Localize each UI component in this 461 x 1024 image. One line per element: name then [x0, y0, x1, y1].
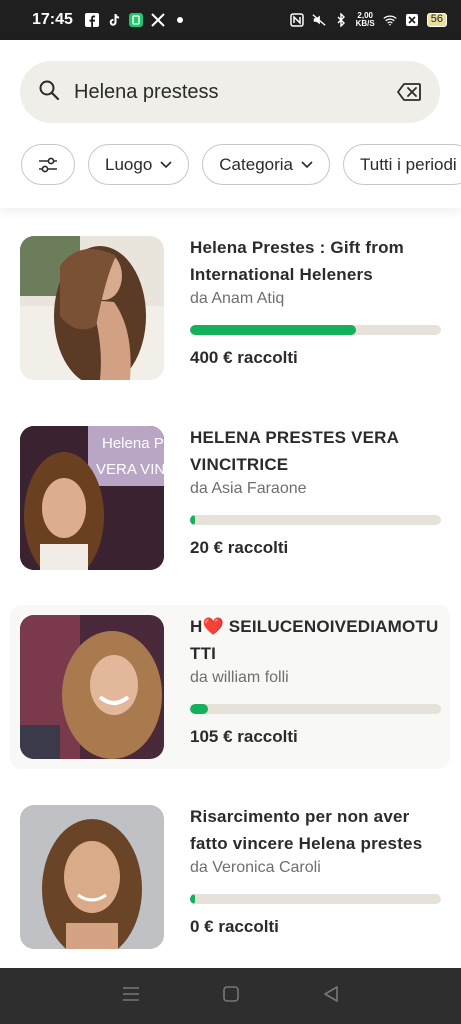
x-icon [151, 13, 165, 27]
fundraiser-author: da william folli [190, 669, 289, 686]
fundraiser-image [20, 236, 164, 380]
fundraiser-card[interactable]: Helena P VERA VIN HELENA PRESTES VERA VI… [10, 416, 450, 580]
amount-raised: 105 € raccolti [190, 727, 298, 746]
sim-icon [405, 13, 419, 27]
filter-category[interactable]: Categoria [202, 144, 330, 185]
facebook-icon [84, 13, 99, 27]
fundraiser-author: da Asia Faraone [190, 480, 307, 497]
bluetooth-icon [334, 13, 348, 27]
amount-raised: 20 € raccolti [190, 538, 289, 557]
fundraiser-info: Risarcimento per non aver fatto vincere … [190, 803, 442, 877]
status-bar: 17:45 2,00 KB/S 56 [0, 0, 461, 40]
net-speed: 2,00 KB/S [355, 11, 375, 28]
progress-bar [190, 515, 441, 525]
battery-icon: 56 [426, 13, 447, 27]
mute-icon [312, 13, 326, 27]
progress-fill [190, 704, 208, 714]
progress-bar [190, 894, 441, 904]
chevron-down-icon [160, 160, 172, 169]
fundraiser-title[interactable]: HELENA PRESTES VERA VINCITRICE [190, 424, 442, 478]
fundraiser-title[interactable]: Helena Prestes : Gift from International… [190, 234, 442, 288]
filter-location-label: Luogo [105, 154, 153, 174]
system-icons: 2,00 KB/S 56 [289, 11, 447, 28]
filter-period-label: Tutti i periodi [360, 154, 457, 174]
fundraiser-author: da Anam Atiq [190, 290, 285, 307]
fundraiser-card[interactable]: Risarcimento per non aver fatto vincere … [10, 795, 450, 959]
fundraiser-author: da Veronica Caroli [190, 859, 321, 876]
fundraiser-image: Helena P VERA VIN [20, 426, 164, 570]
filter-chips: Luogo Categoria Tutti i periodi [21, 144, 461, 185]
search-bar[interactable] [20, 61, 440, 123]
search-icon [38, 79, 60, 106]
thumb-overlay-line2: VERA VIN [96, 461, 164, 478]
progress-fill [190, 515, 196, 525]
nfc-icon [289, 13, 304, 27]
chevron-down-icon [301, 160, 313, 169]
progress-bar [190, 704, 441, 714]
dot-icon [173, 13, 187, 27]
home-icon[interactable] [223, 985, 240, 1007]
amount-raised: 400 € raccolti [190, 348, 298, 367]
progress-bar [190, 325, 441, 335]
progress-fill [190, 894, 196, 904]
notification-icons [84, 13, 187, 27]
filter-period[interactable]: Tutti i periodi [343, 144, 461, 185]
sliders-icon [39, 157, 57, 172]
status-time: 17:45 [32, 11, 73, 28]
progress-fill [190, 325, 356, 335]
fundraiser-info: HELENA PRESTES VERA VINCITRICE da Asia F… [190, 424, 442, 498]
fundraiser-info: H❤️ SEILUCENOIVEDIAMOTUTTI da william fo… [190, 613, 442, 687]
filter-location[interactable]: Luogo [88, 144, 190, 185]
filter-settings-button[interactable] [21, 144, 75, 185]
system-nav-bar [0, 968, 461, 1024]
search-input[interactable] [74, 80, 396, 104]
fundraiser-image [20, 805, 164, 949]
thumb-overlay-line1: Helena P [102, 435, 164, 452]
amount-raised: 0 € raccolti [190, 917, 279, 936]
fundraiser-image [20, 615, 164, 759]
fundraiser-card[interactable]: Helena Prestes : Gift from International… [10, 226, 450, 390]
menu-icon[interactable] [122, 986, 140, 1007]
wifi-icon [383, 13, 397, 27]
app-icon [128, 13, 143, 27]
search-header: Luogo Categoria Tutti i periodi [0, 40, 461, 208]
tiktok-icon [107, 13, 121, 27]
filter-category-label: Categoria [219, 154, 293, 174]
fundraiser-title[interactable]: H❤️ SEILUCENOIVEDIAMOTUTTI [190, 613, 442, 667]
fundraiser-card[interactable]: H❤️ SEILUCENOIVEDIAMOTUTTI da william fo… [10, 605, 450, 769]
fundraiser-info: Helena Prestes : Gift from International… [190, 234, 442, 308]
backspace-icon [397, 83, 421, 101]
back-icon[interactable] [323, 985, 339, 1007]
fundraiser-title[interactable]: Risarcimento per non aver fatto vincere … [190, 803, 442, 857]
clear-search-button[interactable] [396, 79, 422, 105]
